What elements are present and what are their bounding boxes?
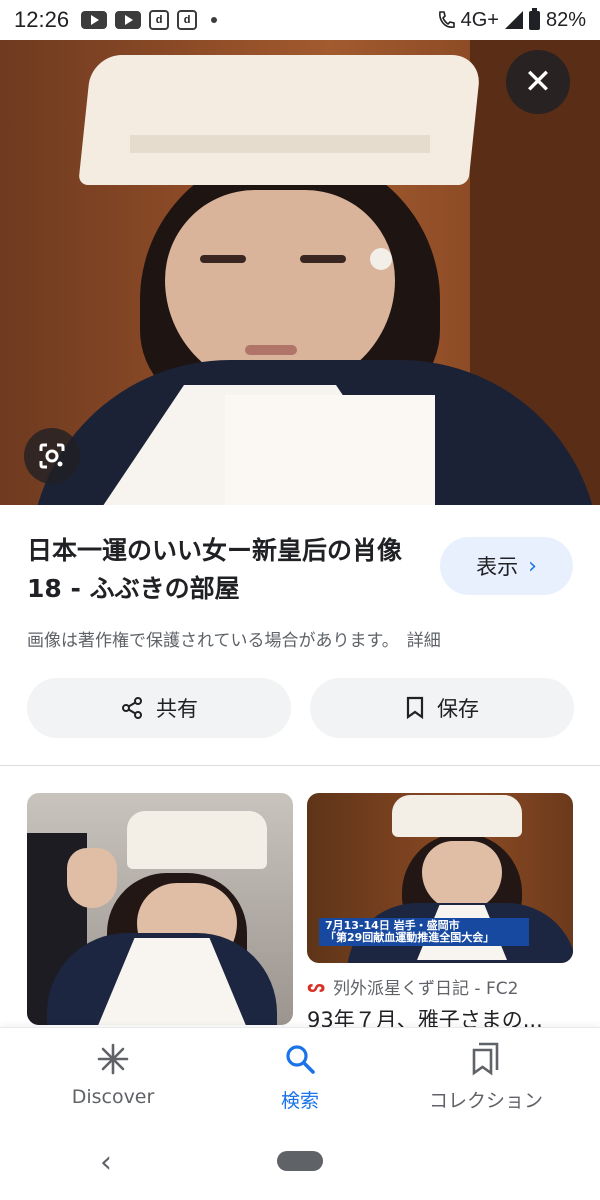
chevron-right-icon: › [528,553,537,579]
related-image-card[interactable]: 7月13-14日 岩手・盛岡市 「第29回献血運動推進全国大会」 [307,793,573,963]
image-mouth [245,345,297,355]
battery-icon [528,7,540,30]
share-button[interactable]: 共有 [27,678,291,738]
image-hat [78,55,482,185]
d-app-icon: d [177,10,198,30]
image-eye [300,255,346,263]
status-bar: 12:26 d d 4G+ 82% [0,0,600,40]
lens-icon [39,443,65,469]
image-blouse [225,395,435,505]
collections-icon [470,1042,502,1076]
signal-icon [504,11,523,29]
battery-percent: 82% [545,8,586,31]
more-notifications-dot-icon [211,17,218,23]
search-icon [284,1042,316,1076]
image-background-face [67,848,117,908]
related-source-label: 列外派星くず日記 - FC2 [333,979,519,999]
related-source[interactable]: ᔕ 列外派星くず日記 - FC2 [307,974,518,999]
back-icon[interactable]: ‹ [100,1145,112,1180]
network-type: 4G+ [460,8,499,31]
share-icon [122,697,142,719]
system-navigation-bar: ‹ [0,1127,600,1200]
close-icon: ✕ [523,62,553,102]
image-hat [392,795,522,837]
status-time: 12:26 [14,7,70,32]
bottom-navigation: Discover 検索 コレクション [0,1027,600,1127]
details-link[interactable]: 詳細 [407,631,441,651]
wifi-calling-icon [438,11,455,28]
section-divider [0,765,600,766]
nav-discover-label: Discover [71,1086,155,1108]
nav-collections[interactable]: コレクション [396,1042,576,1113]
home-pill[interactable] [277,1151,323,1171]
lens-search-button[interactable] [24,428,80,484]
youtube-icon [115,11,142,29]
save-button[interactable]: 保存 [310,678,574,738]
view-button-label: 表示 [476,555,519,579]
youtube-icon [81,11,108,29]
nav-search[interactable]: 検索 [210,1042,390,1113]
caption-line-2: 「第29回献血運動推進全国大会」 [325,931,495,944]
view-button[interactable]: 表示 › [440,537,573,595]
status-indicators: 4G+ 82% [437,7,586,32]
image-hat [127,811,267,869]
bookmark-icon [406,696,424,720]
nav-discover[interactable]: Discover [23,1042,203,1108]
copyright-notice: 画像は著作権で保護されている場合があります。 詳細 [27,626,441,651]
image-eye [200,255,246,263]
close-button[interactable]: ✕ [506,50,570,114]
image-hat-band [130,135,430,153]
image-title[interactable]: 日本一運のいい女ー新皇后の肖像 18 - ふぶきの部屋 [27,532,427,608]
save-label: 保存 [437,697,479,721]
discover-icon [96,1042,130,1076]
copyright-text: 画像は著作権で保護されている場合があります。 [27,631,399,651]
site-favicon-icon: ᔕ [307,976,326,996]
nav-search-label: 検索 [280,1090,319,1112]
main-image[interactable] [0,40,600,505]
video-caption: 7月13-14日 岩手・盛岡市 「第29回献血運動推進全国大会」 [319,918,529,946]
d-app-icon: d [149,10,170,30]
share-label: 共有 [156,697,198,721]
nav-collections-label: コレクション [428,1090,543,1112]
related-image-card[interactable] [27,793,293,1025]
notification-icons: d d [81,10,218,30]
image-earring [370,248,392,270]
